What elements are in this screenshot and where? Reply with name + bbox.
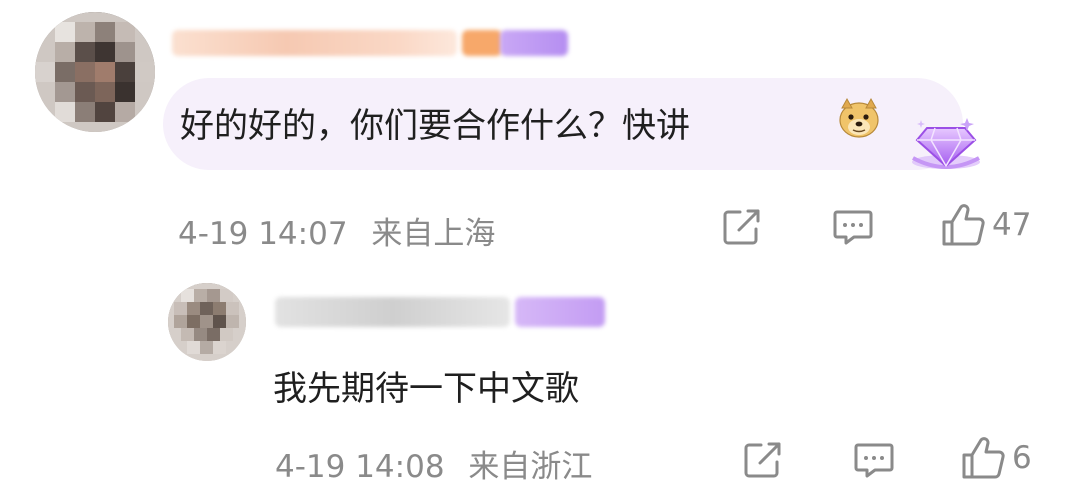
reply-button[interactable] [853, 441, 895, 479]
vip-tag-blurred [515, 297, 605, 327]
comment-text: 我先期待一下中文歌 [273, 369, 579, 409]
share-icon [744, 442, 781, 478]
avatar[interactable] [35, 12, 155, 132]
reply-button[interactable] [832, 208, 874, 246]
share-button[interactable] [722, 208, 764, 246]
comment-location: 来自浙江 [468, 449, 593, 485]
thumbs-up-icon [942, 204, 985, 246]
username-blurred[interactable] [172, 30, 457, 56]
reply-icon [833, 210, 873, 245]
doge-emoji-icon [836, 96, 882, 140]
comment-location: 来自上海 [371, 216, 496, 252]
comment-meta: 4-19 14:08 来自浙江 [275, 441, 592, 486]
share-icon [723, 209, 760, 245]
like-button[interactable]: 6 [960, 435, 1032, 481]
avatar[interactable] [168, 283, 246, 361]
thumbs-up-icon [962, 437, 1005, 479]
share-button[interactable] [743, 441, 785, 479]
like-count: 47 [992, 207, 1032, 243]
vip-tag-blurred [500, 30, 568, 56]
comment-time: 4-19 14:07 [178, 216, 348, 252]
username-blurred[interactable] [275, 297, 510, 327]
comment-time: 4-19 14:08 [275, 449, 445, 485]
comment-2: 我先期待一下中文歌 4-19 14:08 来自浙江 6 [0, 275, 1080, 499]
comment-text: 好的好的，你们要合作什么？快讲 [180, 106, 690, 146]
like-count: 6 [1012, 440, 1032, 476]
username-blurred-part [462, 30, 502, 56]
purple-diamond-badge-icon [905, 112, 987, 176]
comment-meta: 4-19 14:07 来自上海 [178, 208, 495, 253]
like-button[interactable]: 47 [940, 202, 1031, 248]
reply-icon [854, 443, 894, 478]
comment-1: 好的好的，你们要合作什么？快讲 4-19 14:07 来自上海 47 [0, 0, 1080, 270]
